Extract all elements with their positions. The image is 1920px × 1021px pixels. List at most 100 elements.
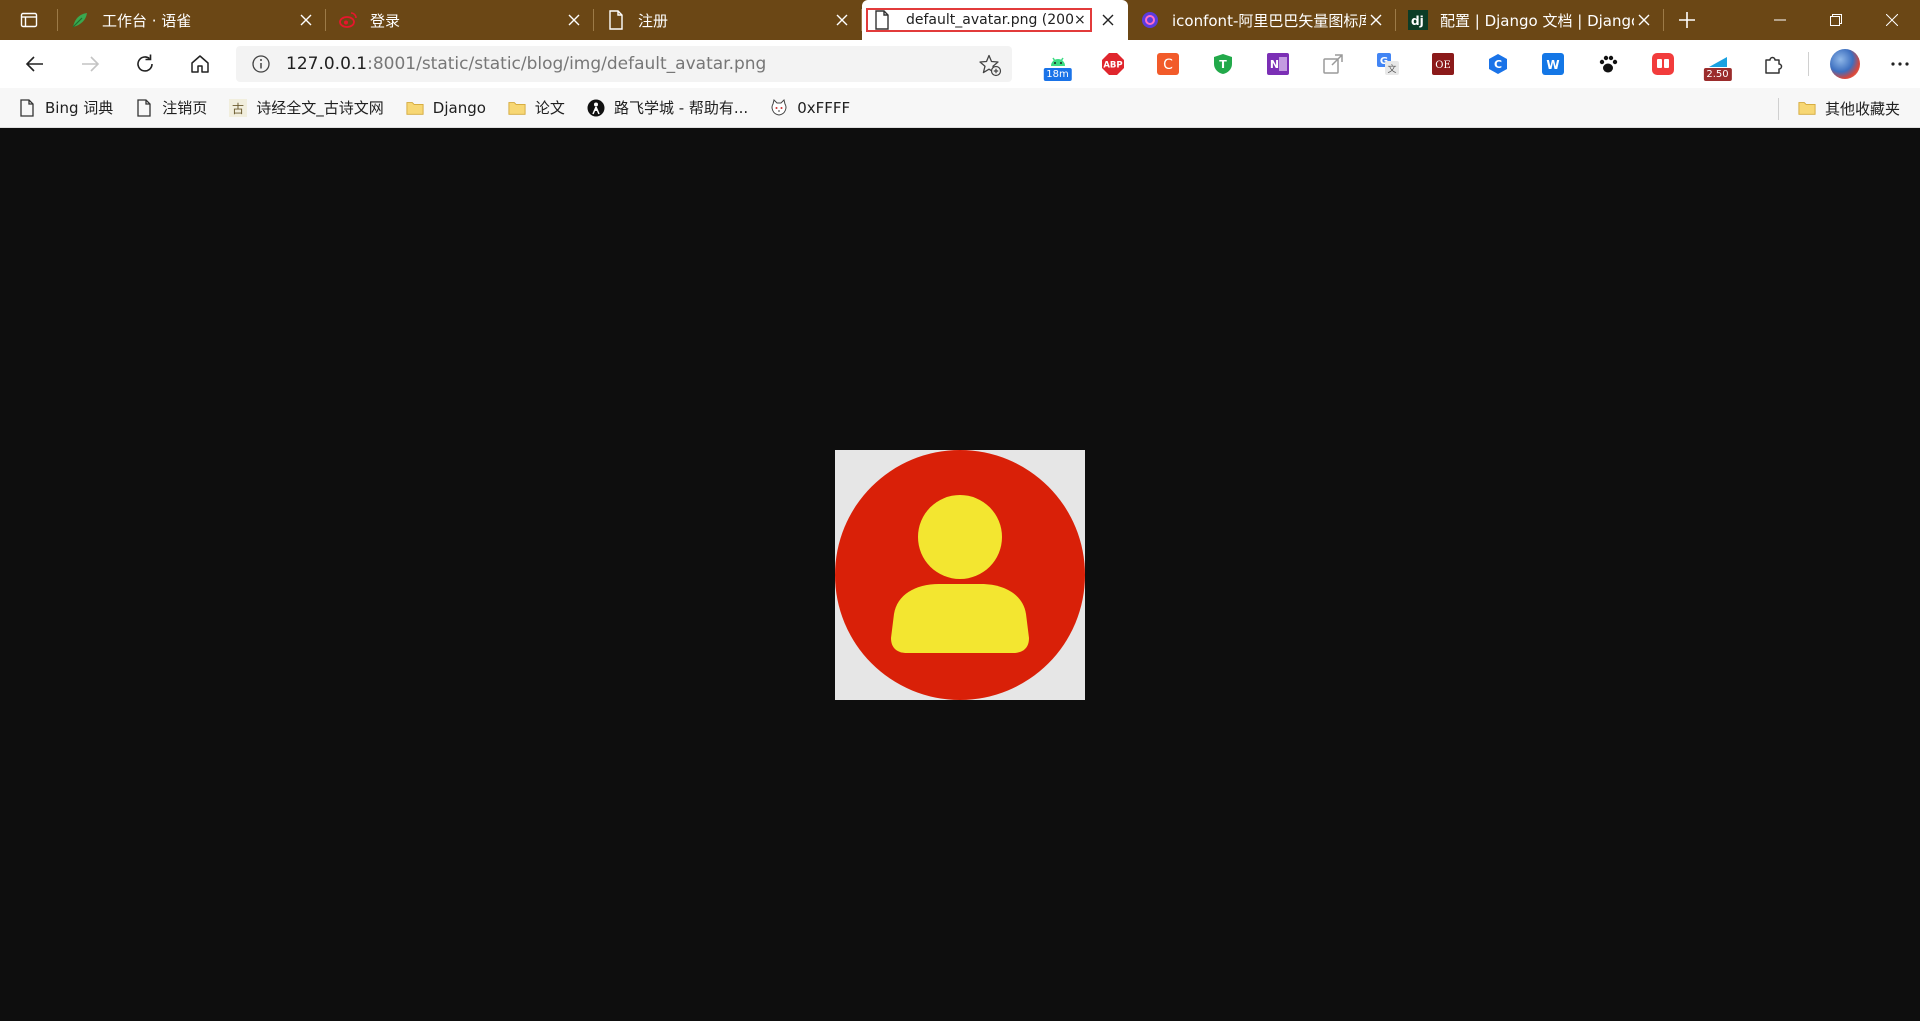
- external-link-icon[interactable]: [1305, 46, 1360, 82]
- home-icon: [190, 55, 209, 73]
- bookmark-folder-papers[interactable]: 论文: [498, 92, 575, 124]
- svg-text:C: C: [1163, 57, 1173, 73]
- google-translate-icon[interactable]: G文: [1360, 46, 1415, 82]
- close-icon[interactable]: [1366, 10, 1386, 30]
- bookmark-folder-django[interactable]: Django: [396, 92, 496, 124]
- tab-actions-icon: [20, 12, 38, 28]
- tab-actions-button[interactable]: [0, 0, 58, 40]
- android-ext-icon[interactable]: 18m: [1030, 46, 1085, 82]
- c-blue-ext-icon[interactable]: C: [1470, 46, 1525, 82]
- bookmark-bing-dict[interactable]: Bing 词典: [8, 92, 123, 124]
- bookmark-logout[interactable]: 注销页: [125, 92, 217, 124]
- close-icon[interactable]: [564, 10, 584, 30]
- site-info-icon[interactable]: [236, 54, 286, 74]
- refresh-icon: [136, 54, 153, 72]
- page-icon: [135, 98, 153, 117]
- user-avatar-icon: [835, 450, 1085, 700]
- puzzle-icon[interactable]: [1745, 46, 1800, 82]
- more-menu-button[interactable]: [1872, 61, 1920, 67]
- tab-default-avatar[interactable]: default_avatar.png (200×200): [862, 0, 1128, 40]
- weibo-icon: [338, 10, 358, 30]
- tab-django-docs[interactable]: dj 配置 | Django 文档 | Django: [1396, 0, 1664, 40]
- svg-text:OE: OE: [1435, 60, 1451, 71]
- w-ext-icon[interactable]: W: [1525, 46, 1580, 82]
- plus-icon: [1679, 12, 1695, 28]
- default-avatar-image[interactable]: [835, 450, 1085, 700]
- bookmark-label: 注销页: [162, 99, 208, 117]
- paw-icon[interactable]: [1580, 46, 1635, 82]
- luffy-icon: [587, 99, 605, 117]
- red-ext-icon[interactable]: [1635, 46, 1690, 82]
- bookmark-label: 路飞学城 - 帮助有...: [613, 99, 749, 117]
- page-icon: [606, 10, 626, 30]
- other-bookmarks-folder[interactable]: 其他收藏夹: [1777, 92, 1910, 124]
- bookmark-label: 0xFFFF: [797, 98, 851, 117]
- add-favorite-icon[interactable]: [978, 53, 1002, 77]
- extensions-area: 18m ABP C T N G文 OE C W 2.50: [1030, 46, 1920, 82]
- onenote-icon[interactable]: N: [1250, 46, 1305, 82]
- url-path: :8001/static/static/blog/img/default_ava…: [367, 54, 767, 74]
- home-button[interactable]: [172, 40, 227, 88]
- new-tab-button[interactable]: [1664, 0, 1710, 40]
- close-icon[interactable]: [832, 10, 852, 30]
- back-arrow-icon: [25, 56, 43, 72]
- window-controls: [1752, 0, 1920, 40]
- bookmark-0xffff[interactable]: 0xFFFF: [760, 92, 860, 124]
- svg-text:ABP: ABP: [1103, 61, 1122, 71]
- svg-text:W: W: [1546, 58, 1559, 72]
- minimize-icon: [1774, 19, 1786, 21]
- bookmarks-bar: Bing 词典 注销页 古 诗经全文_古诗文网 Django 论文 路飞学城 -…: [0, 88, 1920, 128]
- back-button[interactable]: [7, 40, 62, 88]
- tab-yuque[interactable]: 工作台 · 语雀: [58, 0, 326, 40]
- adblock-plus-icon[interactable]: ABP: [1085, 46, 1140, 82]
- bookmark-label: 论文: [534, 99, 565, 117]
- bookmark-gushiwen[interactable]: 古 诗经全文_古诗文网: [219, 92, 394, 124]
- cat-icon: [770, 98, 788, 117]
- c-ext-icon[interactable]: C: [1140, 46, 1195, 82]
- profile-button[interactable]: [1817, 46, 1872, 82]
- close-icon[interactable]: [1634, 10, 1654, 30]
- svg-text:N: N: [1269, 58, 1278, 71]
- speed-ext-icon[interactable]: 2.50: [1690, 46, 1745, 82]
- avatar: [1829, 49, 1860, 79]
- svg-text:dj: dj: [1411, 14, 1424, 28]
- shield-t-icon[interactable]: T: [1195, 46, 1250, 82]
- address-bar[interactable]: 127.0.0.1:8001/static/static/blog/img/de…: [236, 46, 1012, 82]
- android-ext-badge: 18m: [1043, 68, 1072, 81]
- page-icon: [18, 98, 36, 117]
- folder-icon: [406, 99, 424, 117]
- tab-title: 工作台 · 语雀: [102, 11, 192, 30]
- more-dots-icon: [1890, 62, 1909, 66]
- refresh-button[interactable]: [117, 40, 172, 88]
- tab-title: 注册: [638, 11, 669, 30]
- close-icon[interactable]: [296, 10, 316, 30]
- iconfont-icon: [1140, 10, 1160, 30]
- url-text[interactable]: 127.0.0.1:8001/static/static/blog/img/de…: [286, 54, 766, 74]
- close-icon[interactable]: [1098, 10, 1118, 30]
- tab-title: 登录: [370, 11, 401, 30]
- forward-arrow-icon: [81, 56, 99, 72]
- bookmark-luffy[interactable]: 路飞学城 - 帮助有...: [577, 92, 758, 124]
- folder-icon: [508, 99, 526, 117]
- tab-title: default_avatar.png (200×200): [906, 12, 1086, 28]
- svg-text:T: T: [1219, 58, 1227, 71]
- tab-login[interactable]: 登录: [326, 0, 594, 40]
- close-icon: [1886, 14, 1898, 26]
- restore-button[interactable]: [1808, 0, 1864, 40]
- bookmark-label: Bing 词典: [45, 99, 114, 117]
- gushiwen-icon: 古: [229, 98, 248, 117]
- svg-text:C: C: [1493, 58, 1501, 71]
- close-window-button[interactable]: [1864, 0, 1920, 40]
- restore-icon: [1830, 14, 1842, 26]
- tab-register[interactable]: 注册: [594, 0, 862, 40]
- url-host: 127.0.0.1: [286, 54, 368, 74]
- bookmark-label: 诗经全文_古诗文网: [256, 99, 384, 117]
- forward-button[interactable]: [62, 40, 117, 88]
- minimize-button[interactable]: [1752, 0, 1808, 40]
- tab-iconfont[interactable]: iconfont-阿里巴巴矢量图标库: [1128, 0, 1396, 40]
- bookmark-label: 其他收藏夹: [1824, 99, 1900, 118]
- folder-icon: [1798, 99, 1816, 117]
- oe-ext-icon[interactable]: OE: [1415, 46, 1470, 82]
- address-toolbar: 127.0.0.1:8001/static/static/blog/img/de…: [0, 40, 1920, 88]
- image-viewer: [0, 128, 1920, 1021]
